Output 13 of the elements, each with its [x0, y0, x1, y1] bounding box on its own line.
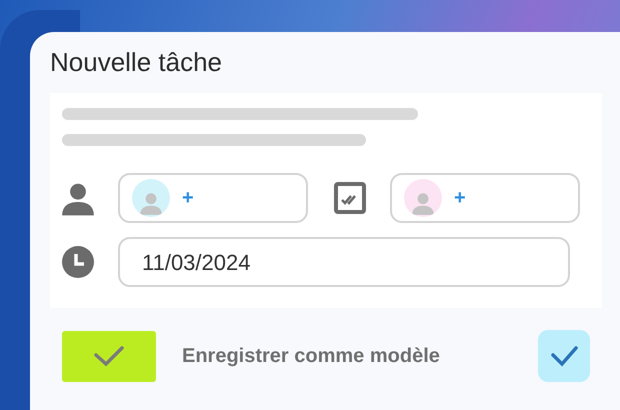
save-template-checkbox[interactable] — [538, 330, 590, 382]
date-field[interactable]: 11/03/2024 — [118, 237, 570, 287]
double-check-icon — [334, 182, 366, 214]
add-person-link[interactable]: + — [182, 183, 194, 213]
save-template-label: Enregistrer comme modèle — [182, 344, 440, 369]
check-icon — [93, 345, 125, 367]
dialog-title: Nouvelle tâche — [50, 46, 223, 78]
confirm-button[interactable] — [62, 330, 156, 382]
assignee-field[interactable]: + — [118, 173, 308, 223]
assignee-field[interactable]: + — [390, 173, 580, 223]
clock-icon — [62, 246, 94, 278]
check-icon — [550, 345, 578, 367]
add-person-link[interactable]: + — [454, 183, 466, 213]
